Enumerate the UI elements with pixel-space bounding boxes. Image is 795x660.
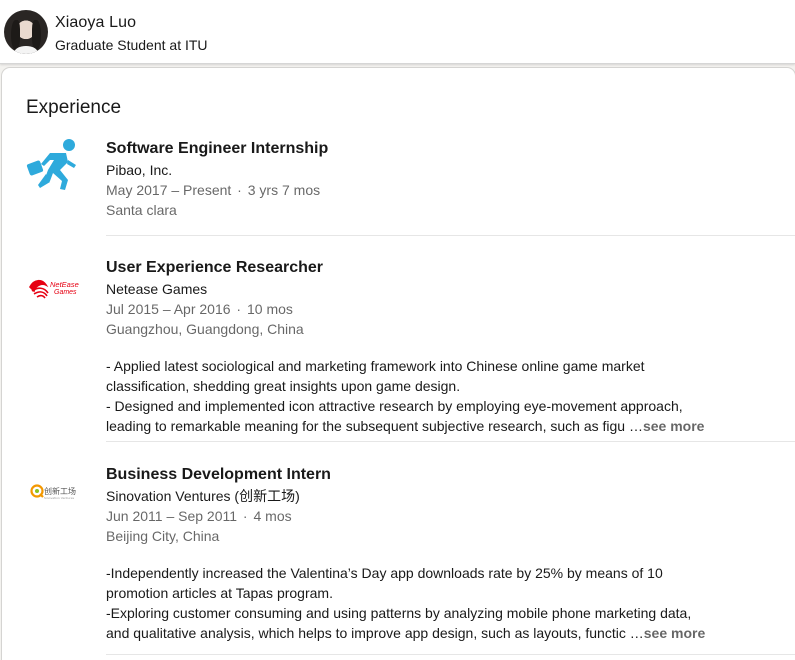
job-title[interactable]: Business Development Intern — [106, 464, 746, 486]
netease-games-logo[interactable]: NetEase Games — [24, 257, 84, 317]
profile-headline: Graduate Student at ITU — [55, 37, 208, 53]
job-title[interactable]: User Experience Researcher — [106, 257, 746, 279]
section-title: Experience — [26, 97, 122, 118]
running-man-icon[interactable] — [24, 138, 84, 198]
profile-header: Xiaoya Luo Graduate Student at ITU — [0, 0, 795, 64]
job-location: Santa clara — [106, 202, 177, 218]
svg-text:创新工场: 创新工场 — [44, 486, 76, 496]
employment-dates: Jun 2011 – Sep 2011 · 4 mos — [106, 508, 292, 524]
experience-section: Experience Software Engineer Internship … — [2, 68, 795, 660]
employment-dates: May 2017 – Present · 3 yrs 7 mos — [106, 182, 321, 198]
company-name: Netease Games — [106, 281, 208, 297]
svg-text:Games: Games — [54, 289, 77, 296]
divider — [106, 235, 795, 236]
company-name: Pibao, Inc. — [106, 162, 173, 178]
netease-logo-text: NetEase — [50, 280, 79, 289]
see-more-link[interactable]: see more — [644, 625, 705, 641]
job-description: -Independently increased the Valentina’s… — [106, 565, 706, 641]
see-more-link[interactable]: see more — [643, 418, 704, 434]
divider — [106, 654, 795, 655]
company-name: Sinovation Ventures (创新工场) — [106, 488, 300, 504]
job-description: - Applied latest sociological and market… — [106, 358, 705, 434]
job-location: Guangzhou, Guangdong, China — [106, 321, 304, 337]
job-location: Beijing City, China — [106, 528, 220, 544]
svg-text:Sinovation Ventures: Sinovation Ventures — [44, 496, 74, 500]
profile-name[interactable]: Xiaoya Luo — [55, 14, 136, 32]
employment-dates: Jul 2015 – Apr 2016 · 10 mos — [106, 301, 293, 317]
job-title[interactable]: Software Engineer Internship — [106, 138, 746, 160]
sinovation-ventures-logo[interactable]: 创新工场 Sinovation Ventures — [24, 464, 84, 524]
divider — [106, 441, 795, 442]
avatar[interactable] — [4, 10, 48, 54]
